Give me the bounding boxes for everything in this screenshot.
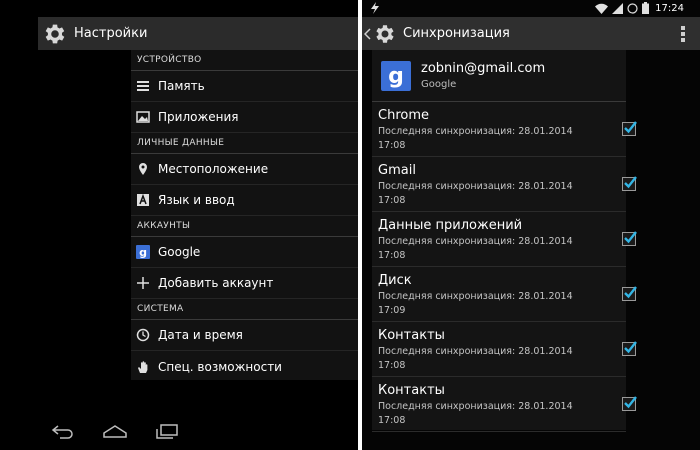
checkmark-icon: [624, 341, 637, 354]
settings-item-google[interactable]: g Google: [131, 237, 358, 268]
home-icon[interactable]: [102, 423, 128, 439]
sync-item-time: 17:08: [378, 140, 406, 151]
sync-item-gmail[interactable]: Gmail Последняя синхронизация: 28.01.201…: [372, 157, 637, 212]
settings-item-accessibility[interactable]: Спец. возможности: [131, 351, 358, 382]
sync-item-name: Данные приложений: [378, 218, 523, 233]
sync-list: Chrome Последняя синхронизация: 28.01.20…: [372, 102, 637, 432]
gear-icon[interactable]: [42, 21, 68, 47]
settings-action-bar: Настройки: [38, 17, 358, 50]
page-title: Синхронизация: [403, 26, 510, 41]
lightning-icon: [371, 2, 379, 14]
sync-item-last: Последняя синхронизация: 28.01.2014: [378, 346, 573, 357]
nav-bar: [38, 415, 198, 445]
sync-action-bar: Синхронизация: [362, 17, 700, 50]
sync-item-contacts[interactable]: Контакты Последняя синхронизация: 28.01.…: [372, 322, 637, 377]
language-icon: [137, 193, 149, 206]
settings-item-label: Приложения: [158, 110, 239, 124]
page-title: Настройки: [74, 26, 148, 41]
section-header-personal: ЛИЧНЫЕ ДАННЫЕ: [131, 133, 358, 154]
sync-item-time: 17:08: [378, 415, 406, 426]
sync-status-icon: [627, 2, 638, 14]
sync-checkbox[interactable]: [622, 231, 637, 246]
battery-icon: [642, 2, 650, 14]
settings-item-date-time[interactable]: Дата и время: [131, 320, 358, 351]
recents-icon[interactable]: [154, 423, 180, 439]
sync-item-name: Контакты: [378, 383, 445, 398]
settings-item-storage[interactable]: Память: [131, 71, 358, 102]
sync-item-name: Контакты: [378, 328, 445, 343]
settings-item-add-account[interactable]: Добавить аккаунт: [131, 268, 358, 299]
settings-item-label: Язык и ввод: [158, 193, 235, 207]
checkmark-icon: [624, 176, 637, 189]
settings-item-label: Google: [158, 245, 201, 259]
sync-item-time: 17:08: [378, 360, 406, 371]
gear-icon[interactable]: [373, 22, 397, 46]
wifi-icon: [595, 3, 609, 14]
settings-item-label: Местоположение: [158, 162, 269, 176]
plus-icon: [137, 277, 149, 289]
sync-screen: 17:24 Синхронизация g zobnin@gmail.com G…: [362, 0, 700, 450]
sync-item-drive[interactable]: Диск Последняя синхронизация: 28.01.2014…: [372, 267, 637, 322]
sync-item-last: Последняя синхронизация: 28.01.2014: [378, 181, 573, 192]
section-header-accounts: АККАУНТЫ: [131, 216, 358, 237]
status-bar: 17:24: [362, 0, 700, 16]
apps-icon: [136, 111, 150, 123]
checkmark-icon: [624, 231, 637, 244]
account-header: g zobnin@gmail.com Google: [372, 50, 626, 102]
hand-icon: [138, 360, 148, 373]
settings-item-language[interactable]: Язык и ввод: [131, 185, 358, 216]
sync-item-name: Диск: [378, 273, 412, 288]
settings-item-label: Дата и время: [158, 328, 243, 342]
sync-item-last: Последняя синхронизация: 28.01.2014: [378, 126, 573, 137]
settings-item-label: Память: [158, 79, 205, 93]
sync-item-time: 17:08: [378, 195, 406, 206]
sync-item-time: 17:09: [378, 305, 406, 316]
sync-checkbox[interactable]: [622, 341, 637, 356]
account-email: zobnin@gmail.com: [421, 61, 546, 76]
section-header-device: УСТРОЙСТВО: [131, 50, 358, 71]
section-header-system: СИСТЕМА: [131, 299, 358, 320]
sync-item-last: Последняя синхронизация: 28.01.2014: [378, 291, 573, 302]
clock-icon: [136, 328, 150, 342]
signal-icon: [612, 2, 624, 14]
sync-item-time: 17:08: [378, 250, 406, 261]
back-icon[interactable]: [50, 423, 76, 439]
settings-item-apps[interactable]: Приложения: [131, 102, 358, 133]
svg-text:g: g: [139, 246, 147, 259]
settings-item-label: Спец. возможности: [158, 359, 282, 374]
settings-item-label: Добавить аккаунт: [158, 276, 274, 290]
checkmark-icon: [624, 286, 637, 299]
sync-item-name: Gmail: [378, 163, 416, 178]
settings-screen: Настройки УСТРОЙСТВО Память Приложения Л…: [0, 0, 358, 450]
checkmark-icon: [624, 121, 637, 134]
account-provider: Google: [421, 79, 457, 90]
sync-checkbox[interactable]: [622, 286, 637, 301]
location-icon: [139, 163, 147, 175]
sync-checkbox[interactable]: [622, 396, 637, 411]
overflow-menu-icon[interactable]: [681, 26, 685, 42]
sync-checkbox[interactable]: [622, 121, 637, 136]
sync-item-app-data[interactable]: Данные приложений Последняя синхронизаци…: [372, 212, 637, 267]
google-logo-icon: g: [381, 60, 411, 91]
back-chevron-icon[interactable]: [364, 27, 372, 40]
checkmark-icon: [624, 396, 637, 409]
sync-item-name: Chrome: [378, 108, 429, 123]
sync-item-chrome[interactable]: Chrome Последняя синхронизация: 28.01.20…: [372, 102, 637, 157]
sync-item-contacts-2[interactable]: Контакты Последняя синхронизация: 28.01.…: [372, 377, 637, 432]
settings-item-location[interactable]: Местоположение: [131, 154, 358, 185]
sync-checkbox[interactable]: [622, 176, 637, 191]
sync-item-last: Последняя синхронизация: 28.01.2014: [378, 236, 573, 247]
google-icon: g: [136, 245, 150, 259]
sync-content: g zobnin@gmail.com Google Chrome Последн…: [372, 50, 637, 432]
svg-text:g: g: [388, 64, 404, 89]
sync-item-last: Последняя синхронизация: 28.01.2014: [378, 401, 573, 412]
status-time: 17:24: [655, 2, 684, 14]
settings-list: УСТРОЙСТВО Память Приложения ЛИЧНЫЕ ДАНН…: [131, 50, 358, 380]
storage-icon: [137, 81, 149, 91]
